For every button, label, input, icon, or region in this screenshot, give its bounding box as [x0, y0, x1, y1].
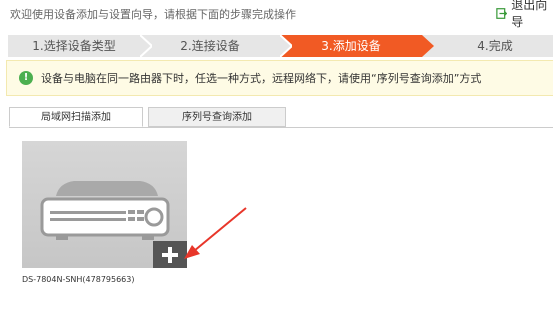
step-label: 2.连接设备 [180, 39, 240, 53]
info-icon: ! [19, 71, 33, 85]
wizard-steps: 1.选择设备类型 2.连接设备 3.添加设备 4.完成 [8, 35, 553, 57]
tab-divider [9, 127, 553, 128]
step-label: 4.完成 [477, 39, 513, 53]
step-1: 1.选择设备类型 [8, 35, 152, 57]
exit-wizard-label: 退出向导 [511, 0, 548, 29]
step-separator [140, 35, 152, 57]
add-method-tabs: 局域网扫描添加 序列号查询添加 [9, 107, 286, 128]
step-label: 1.选择设备类型 [32, 39, 116, 53]
tab-lan-scan[interactable]: 局域网扫描添加 [9, 107, 143, 127]
step-3-current: 3.添加设备 [280, 35, 434, 57]
notice-banner: ! 设备与电脑在同一路由器下时，任选一种方式，远程网络下，请使用“序列号查询添加… [6, 60, 553, 96]
device-name-label: DS-7804N-SNH(478795663) [22, 275, 135, 284]
step-2: 2.连接设备 [140, 35, 292, 57]
plus-icon [162, 246, 178, 263]
page-instruction: 欢迎使用设备添加与设置向导，请根据下面的步骤完成操作 [10, 8, 296, 21]
step-separator [280, 35, 292, 57]
tab-serial-query[interactable]: 序列号查询添加 [148, 107, 286, 127]
step-4: 4.完成 [422, 35, 553, 57]
step-label: 3.添加设备 [321, 39, 381, 53]
step-separator [422, 35, 434, 57]
notice-text: 设备与电脑在同一路由器下时，任选一种方式，远程网络下，请使用“序列号查询添加”方… [41, 72, 482, 85]
pointer-arrow-annotation [184, 207, 247, 259]
exit-icon [496, 7, 508, 19]
exit-wizard-button[interactable]: 退出向导 [496, 0, 553, 29]
